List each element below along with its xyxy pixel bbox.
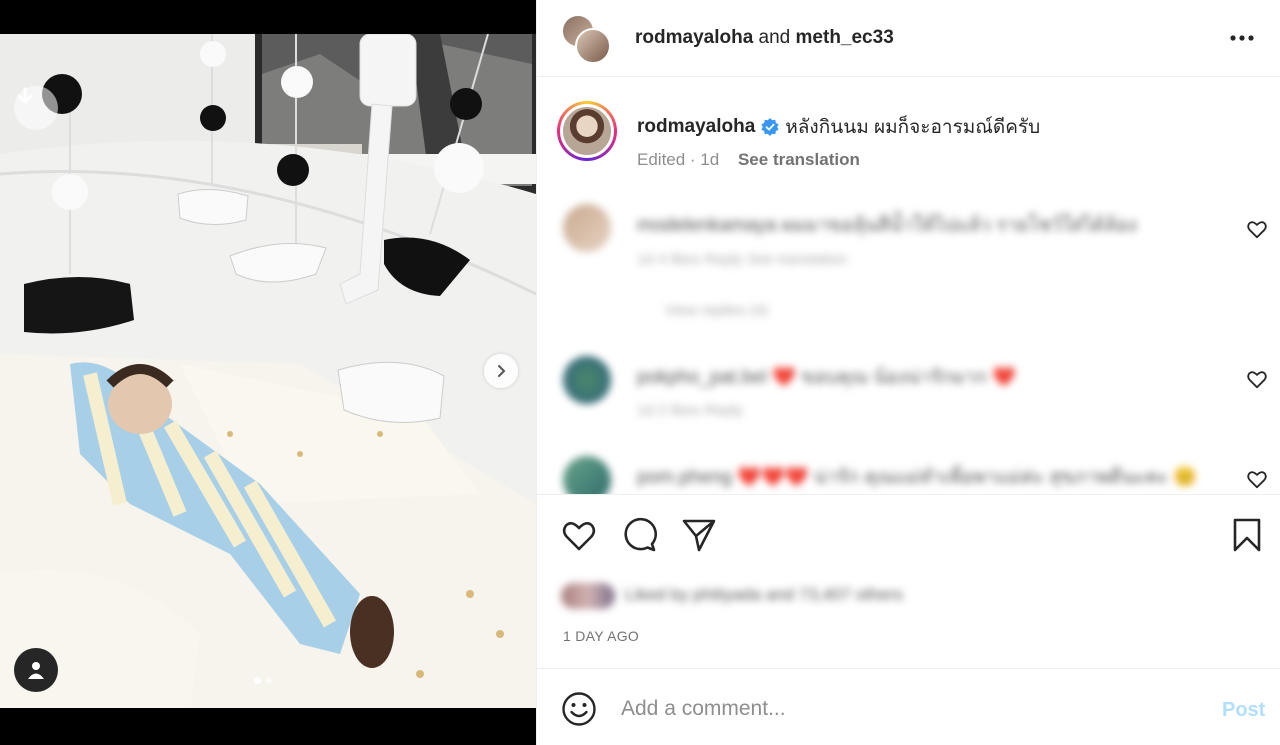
- post-authors: rodmayaloha and meth_ec33: [635, 27, 894, 49]
- comment-text: pom.pheng ❤️❤️❤️ น่ารัก คุณแม่ทำเพื่อพาแ…: [637, 467, 1197, 488]
- carousel-dot-1: [254, 677, 261, 684]
- avatar: [575, 28, 611, 64]
- comment-icon[interactable]: [621, 517, 657, 553]
- comment-composer: Post: [537, 670, 1280, 745]
- comment-text: modelenkamaya ผมมาขอลุ้นสีน้ำให้ไปแล้ว ร…: [637, 215, 1137, 236]
- chevron-right-icon: [498, 365, 506, 377]
- caption-text: หลังกินนม ผมก็จะอารมณ์ดีครับ: [785, 117, 1041, 138]
- avatar[interactable]: [563, 456, 611, 494]
- verified-badge-icon: [761, 118, 779, 136]
- send-icon[interactable]: [681, 517, 717, 553]
- liker-avatars: [561, 583, 615, 609]
- emoji-icon[interactable]: [561, 691, 597, 727]
- tagged-users-button[interactable]: [14, 648, 58, 692]
- author-username-link[interactable]: rodmayaloha: [635, 27, 753, 48]
- caption-avatar-story-ring[interactable]: [557, 101, 617, 161]
- avatar[interactable]: [563, 356, 611, 404]
- avatar: [560, 104, 614, 158]
- post-timestamp[interactable]: 1 DAY AGO: [563, 628, 639, 644]
- more-options-button[interactable]: [1227, 26, 1257, 50]
- post-media: [0, 0, 536, 745]
- likes-text: Liked by phitiyada and 73,407 others: [625, 585, 903, 605]
- post-comment-button[interactable]: Post: [1222, 699, 1265, 722]
- view-replies-link[interactable]: View replies (4): [665, 302, 768, 319]
- comment-text: pokpho_pat.bel ❤️ ขอบคุณ น้องน่ารักมาก ❤…: [637, 367, 1016, 388]
- download-button[interactable]: [14, 86, 58, 130]
- comment-meta: 1d 2 likes Reply: [637, 402, 743, 419]
- comment-meta: 1d 4 likes Reply See translation: [637, 251, 848, 268]
- carousel-dot-2: [265, 677, 272, 684]
- bookmark-icon[interactable]: [1229, 517, 1265, 553]
- see-translation-link[interactable]: See translation: [738, 150, 860, 169]
- caption-username-link[interactable]: rodmayaloha: [637, 116, 755, 138]
- likes-summary[interactable]: Liked by phitiyada and 73,407 others: [561, 583, 903, 609]
- user-icon: [28, 662, 44, 679]
- post-header: rodmayaloha and meth_ec33: [537, 0, 1280, 77]
- collaborator-username-link[interactable]: meth_ec33: [796, 27, 894, 48]
- heart-icon[interactable]: [561, 517, 597, 553]
- post-details: rodmayaloha and meth_ec33 rodmayaloha หล…: [536, 0, 1280, 745]
- more-horizontal-icon: [1230, 35, 1254, 41]
- comment-like-heart-icon[interactable]: [1246, 368, 1268, 390]
- caption-meta: Edited · 1d See translation: [637, 150, 860, 170]
- comments-section[interactable]: rodmayaloha หลังกินนม ผมก็จะอารมณ์ดีครับ…: [537, 78, 1280, 494]
- carousel-indicator: [254, 677, 272, 684]
- comment-like-heart-icon[interactable]: [1246, 468, 1268, 490]
- carousel-next-button[interactable]: [484, 354, 518, 388]
- author-conjunction: and: [758, 27, 791, 48]
- comment-like-heart-icon[interactable]: [1246, 218, 1268, 240]
- collab-avatars[interactable]: [561, 14, 613, 66]
- post-actions: Liked by phitiyada and 73,407 others 1 D…: [537, 494, 1280, 669]
- comment-input[interactable]: [621, 692, 1201, 726]
- caption-edited-time: Edited · 1d: [637, 150, 720, 169]
- download-arrow-icon: [17, 87, 33, 104]
- avatar[interactable]: [563, 204, 611, 252]
- post-photo[interactable]: [0, 34, 536, 708]
- caption: rodmayaloha หลังกินนม ผมก็จะอารมณ์ดีครับ: [637, 112, 1040, 142]
